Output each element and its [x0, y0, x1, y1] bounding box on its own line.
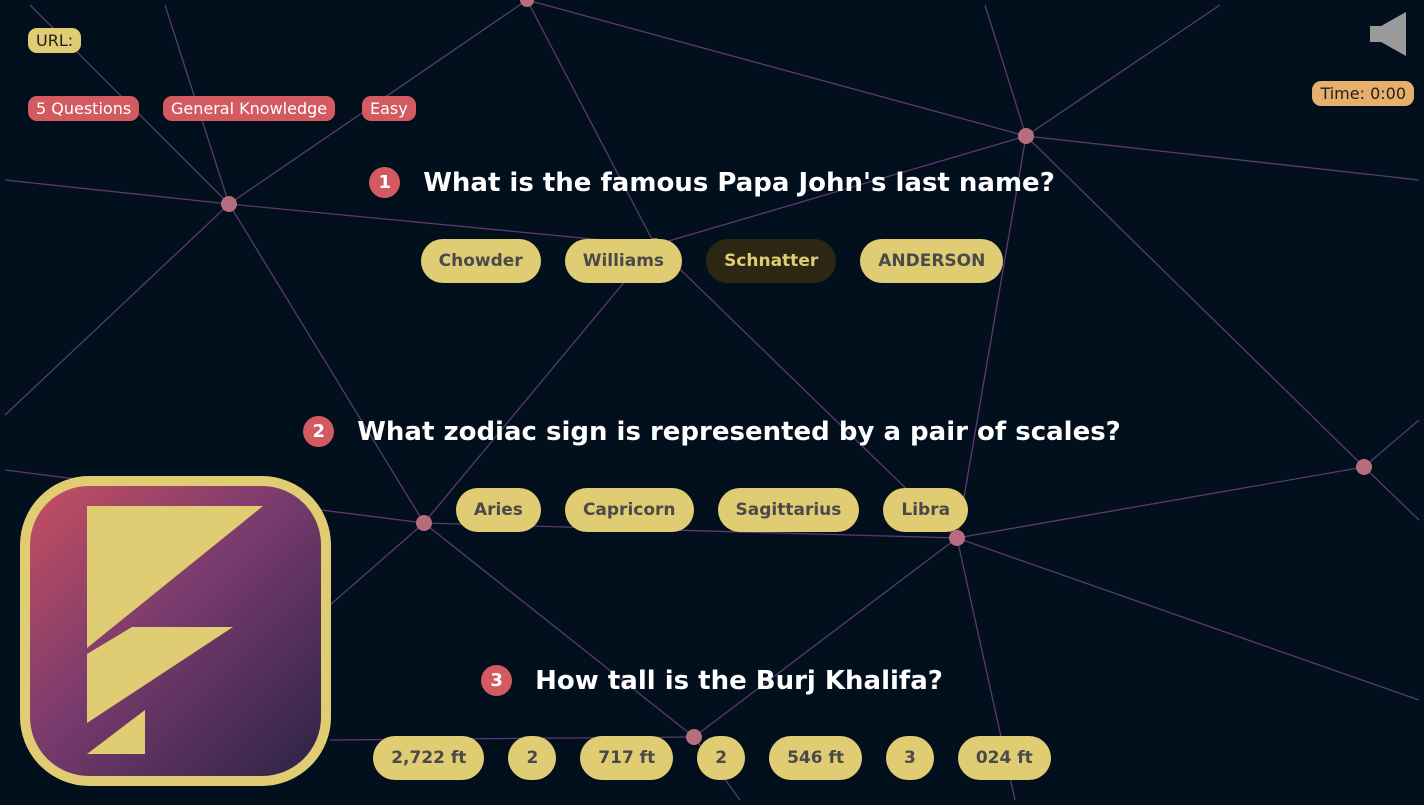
answer-option[interactable]: 2 [508, 736, 557, 780]
question-number-badge: 1 [369, 167, 401, 198]
answer-option[interactable]: Libra [883, 488, 969, 532]
answer-option[interactable]: Sagittarius [717, 488, 860, 532]
answer-option[interactable]: 2,722 ft [373, 736, 485, 780]
answer-option[interactable]: Capricorn [564, 488, 694, 532]
app-logo [20, 476, 331, 786]
question-number-badge: 3 [481, 665, 513, 696]
speaker-muted-icon[interactable] [1370, 12, 1406, 56]
question-text: What zodiac sign is represented by a pai… [357, 416, 1121, 447]
question-text: What is the famous Papa John's last name… [423, 167, 1055, 198]
answer-option[interactable]: 2 [697, 736, 746, 780]
answer-option-selected[interactable]: Schnatter [706, 239, 837, 283]
tag-difficulty: Easy [362, 96, 416, 121]
timer-badge: Time: 0:00 [1312, 81, 1414, 106]
answer-option[interactable]: Williams [564, 239, 683, 283]
answer-options: Chowder Williams Schnatter ANDERSON [0, 239, 1424, 283]
answer-option[interactable]: Aries [455, 488, 541, 532]
answer-option[interactable]: 717 ft [580, 736, 674, 780]
answer-option[interactable]: 546 ft [769, 736, 862, 780]
question-2-header: 2 What zodiac sign is represented by a p… [0, 416, 1424, 447]
url-badge: URL: [28, 28, 82, 53]
question-text: How tall is the Burj Khalifa? [535, 665, 943, 696]
answer-option[interactable]: 024 ft [957, 736, 1051, 780]
question-number-badge: 2 [303, 416, 335, 447]
answer-option[interactable]: 3 [886, 736, 934, 780]
tag-question-count: 5 Questions [28, 96, 140, 121]
tag-category: General Knowledge [163, 96, 336, 121]
answer-option[interactable]: Chowder [420, 239, 541, 283]
answer-option[interactable]: ANDERSON [860, 239, 1004, 283]
question-1-header: 1 What is the famous Papa John's last na… [0, 167, 1424, 198]
